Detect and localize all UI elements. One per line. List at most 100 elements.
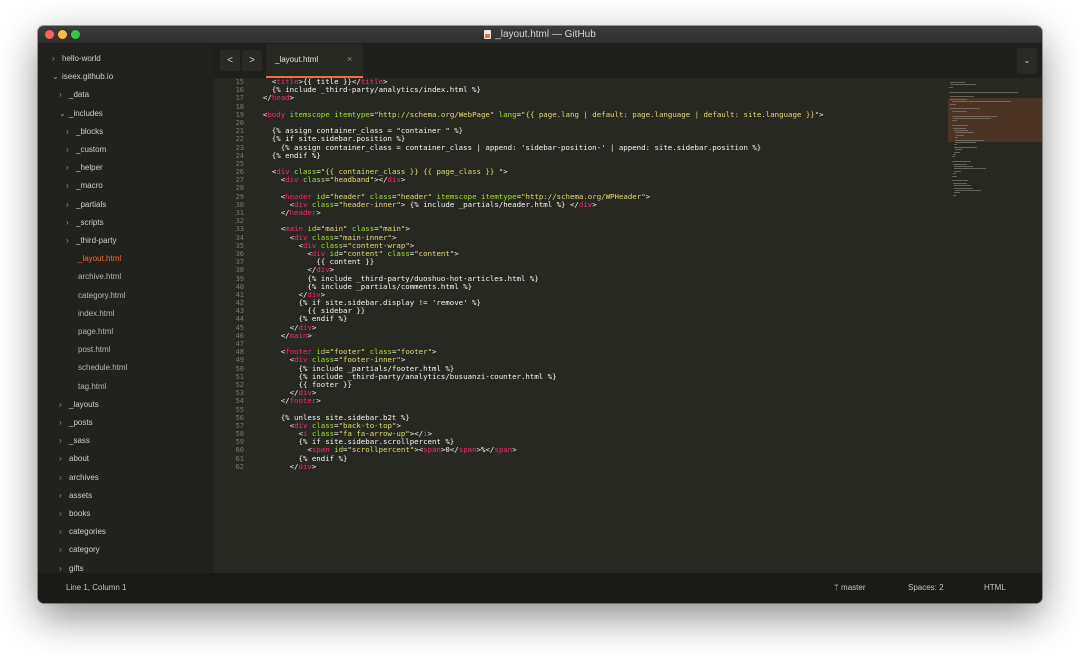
minimap-line [952,154,957,155]
chevron-right-icon[interactable]: › [66,123,76,141]
sidebar-folder-iseex-github-io[interactable]: ⌄ iseex.github.io [52,68,113,86]
cursor-position[interactable]: Line 1, Column 1 [66,573,126,603]
code-editor[interactable]: 15 16 17 18 19 20 21 22 23 24 25 26 27 28 29 30 31 32 33 34… [214,78,1042,573]
chevron-right-icon[interactable]: › [59,450,69,468]
sidebar-file-page-html[interactable]: page.html [78,323,113,341]
chevron-right-icon[interactable]: › [66,214,76,232]
code-line[interactable]: {% include _third-party/analytics/index.… [254,85,954,94]
sidebar-file-tag-html[interactable]: tag.html [78,378,106,396]
tab-list-chevron-icon[interactable]: ⌄ [1017,48,1037,74]
chevron-right-icon[interactable]: › [59,432,69,450]
code-line[interactable]: </div> [254,462,954,471]
sidebar-folder-hello-world[interactable]: › hello-world [52,50,101,68]
chevron-right-icon[interactable]: › [59,469,69,487]
tab-layout-html[interactable]: _layout.html × [266,44,363,78]
sidebar-folder-category[interactable]: › category [59,541,100,559]
sidebar-folder-layouts[interactable]: › _layouts [59,396,99,414]
sidebar-file-post-html[interactable]: post.html [78,341,110,359]
sidebar-item-label: _includes [69,108,103,118]
code-line[interactable]: {% endif %} [254,151,954,160]
sidebar-folder-third-party[interactable]: › _third-party [66,232,116,250]
minimap-line [954,187,974,189]
sidebar-folder-sass[interactable]: › _sass [59,432,90,450]
sidebar-folder-macro[interactable]: › _macro [66,177,103,195]
back-arrow-icon[interactable]: < [220,50,240,71]
code-line[interactable]: {{ footer }} [254,380,954,389]
code-line[interactable]: {{ content }} [254,257,954,266]
code-line[interactable]: {% endif %} [254,315,954,323]
sidebar-file-layout-html[interactable]: _layout.html [78,250,121,268]
code-line[interactable]: {% assign container_class = container_cl… [254,143,954,152]
chevron-right-icon[interactable]: › [59,505,69,523]
sidebar-folder-partials[interactable]: › _partials [66,196,106,214]
chevron-right-icon[interactable]: › [52,50,62,68]
minimap-line [955,190,982,191]
minimap-line [951,156,956,158]
code-line[interactable]: </div> [254,323,954,332]
code-line[interactable]: </div> [254,389,954,397]
line-number: 43 [235,307,244,316]
sidebar-folder-custom[interactable]: › _custom [66,141,106,159]
sidebar-folder-helper[interactable]: › _helper [66,159,103,177]
chevron-down-icon[interactable]: ⌄ [52,68,62,86]
chevron-right-icon[interactable]: › [59,396,69,414]
sidebar-folder-archives[interactable]: › archives [59,469,99,487]
sidebar-file-category-html[interactable]: category.html [78,287,125,305]
syntax-setting[interactable]: HTML [984,573,1006,603]
line-number: 29 [235,192,244,201]
code-line[interactable]: {% include _partials/comments.html %} [254,282,954,291]
chevron-right-icon[interactable]: › [66,196,76,214]
line-number: 44 [235,315,244,324]
code-line[interactable]: <div class="headband"></div> [254,176,954,184]
sidebar-folder-about[interactable]: › about [59,450,89,468]
code-line[interactable]: {{ sidebar }} [254,307,954,315]
line-number: 62 [235,462,244,471]
line-number: 27 [235,176,244,185]
code-line[interactable]: </footer> [254,397,954,405]
code-line[interactable]: <span id="scrollpercent"><span>0</span>%… [254,446,954,454]
code-line[interactable]: <body itemscope itemtype="http://schema.… [254,110,954,119]
sidebar-folder-gifts[interactable]: › gifts [59,560,84,573]
indentation-setting[interactable]: Spaces: 2 [908,573,944,603]
sidebar-folder-data[interactable]: › _data [59,86,89,104]
sidebar-folder-categories[interactable]: › categories [59,523,106,541]
sidebar-folder-posts[interactable]: › _posts [59,414,93,432]
code-line[interactable]: </main> [254,331,954,340]
line-number: 40 [235,282,244,291]
line-number: 30 [235,200,244,209]
sidebar-folder-assets[interactable]: › assets [59,487,92,505]
forward-arrow-icon[interactable]: > [242,50,262,71]
chevron-right-icon[interactable]: › [66,159,76,177]
minimap-line [956,134,964,136]
line-number: 61 [235,454,244,463]
chevron-right-icon[interactable]: › [66,232,76,250]
sidebar-folder-books[interactable]: › books [59,505,90,523]
minimap-line [949,86,954,88]
sidebar-file-schedule-html[interactable]: schedule.html [78,359,127,377]
chevron-right-icon[interactable]: › [59,523,69,541]
chevron-right-icon[interactable]: › [66,177,76,195]
chevron-right-icon[interactable]: › [59,414,69,432]
code-line[interactable]: </head> [254,94,954,102]
close-tab-icon[interactable]: × [347,54,352,64]
chevron-right-icon[interactable]: › [66,141,76,159]
chevron-right-icon[interactable]: › [59,487,69,505]
chevron-right-icon[interactable]: › [59,541,69,559]
code-line[interactable]: <div class="header-inner"> {% include _p… [254,200,954,209]
code-area[interactable]: <title>{{ title }}</title> {% include _t… [254,78,954,573]
editor-window: _layout.html — GitHub › hello-world ⌄ iseex… [38,26,1042,603]
chevron-right-icon[interactable]: › [59,86,69,104]
code-line[interactable]: {% include _third-party/analytics/busuan… [254,372,954,381]
minimap-line [950,108,980,110]
chevron-right-icon[interactable]: › [59,560,69,573]
code-line[interactable]: </header> [254,208,954,217]
git-branch[interactable]: ᛘ master [834,573,865,603]
sidebar-folder-includes[interactable]: ⌄ _includes [59,105,103,123]
chevron-down-icon[interactable]: ⌄ [59,105,69,123]
sidebar-folder-scripts[interactable]: › _scripts [66,214,104,232]
sidebar-folder-blocks[interactable]: › _blocks [66,123,103,141]
sidebar-file-archive-html[interactable]: archive.html [78,268,121,286]
sidebar-file-index-html[interactable]: index.html [78,305,114,323]
code-line[interactable]: {% endif %} [254,454,954,463]
minimap[interactable] [948,78,1042,208]
